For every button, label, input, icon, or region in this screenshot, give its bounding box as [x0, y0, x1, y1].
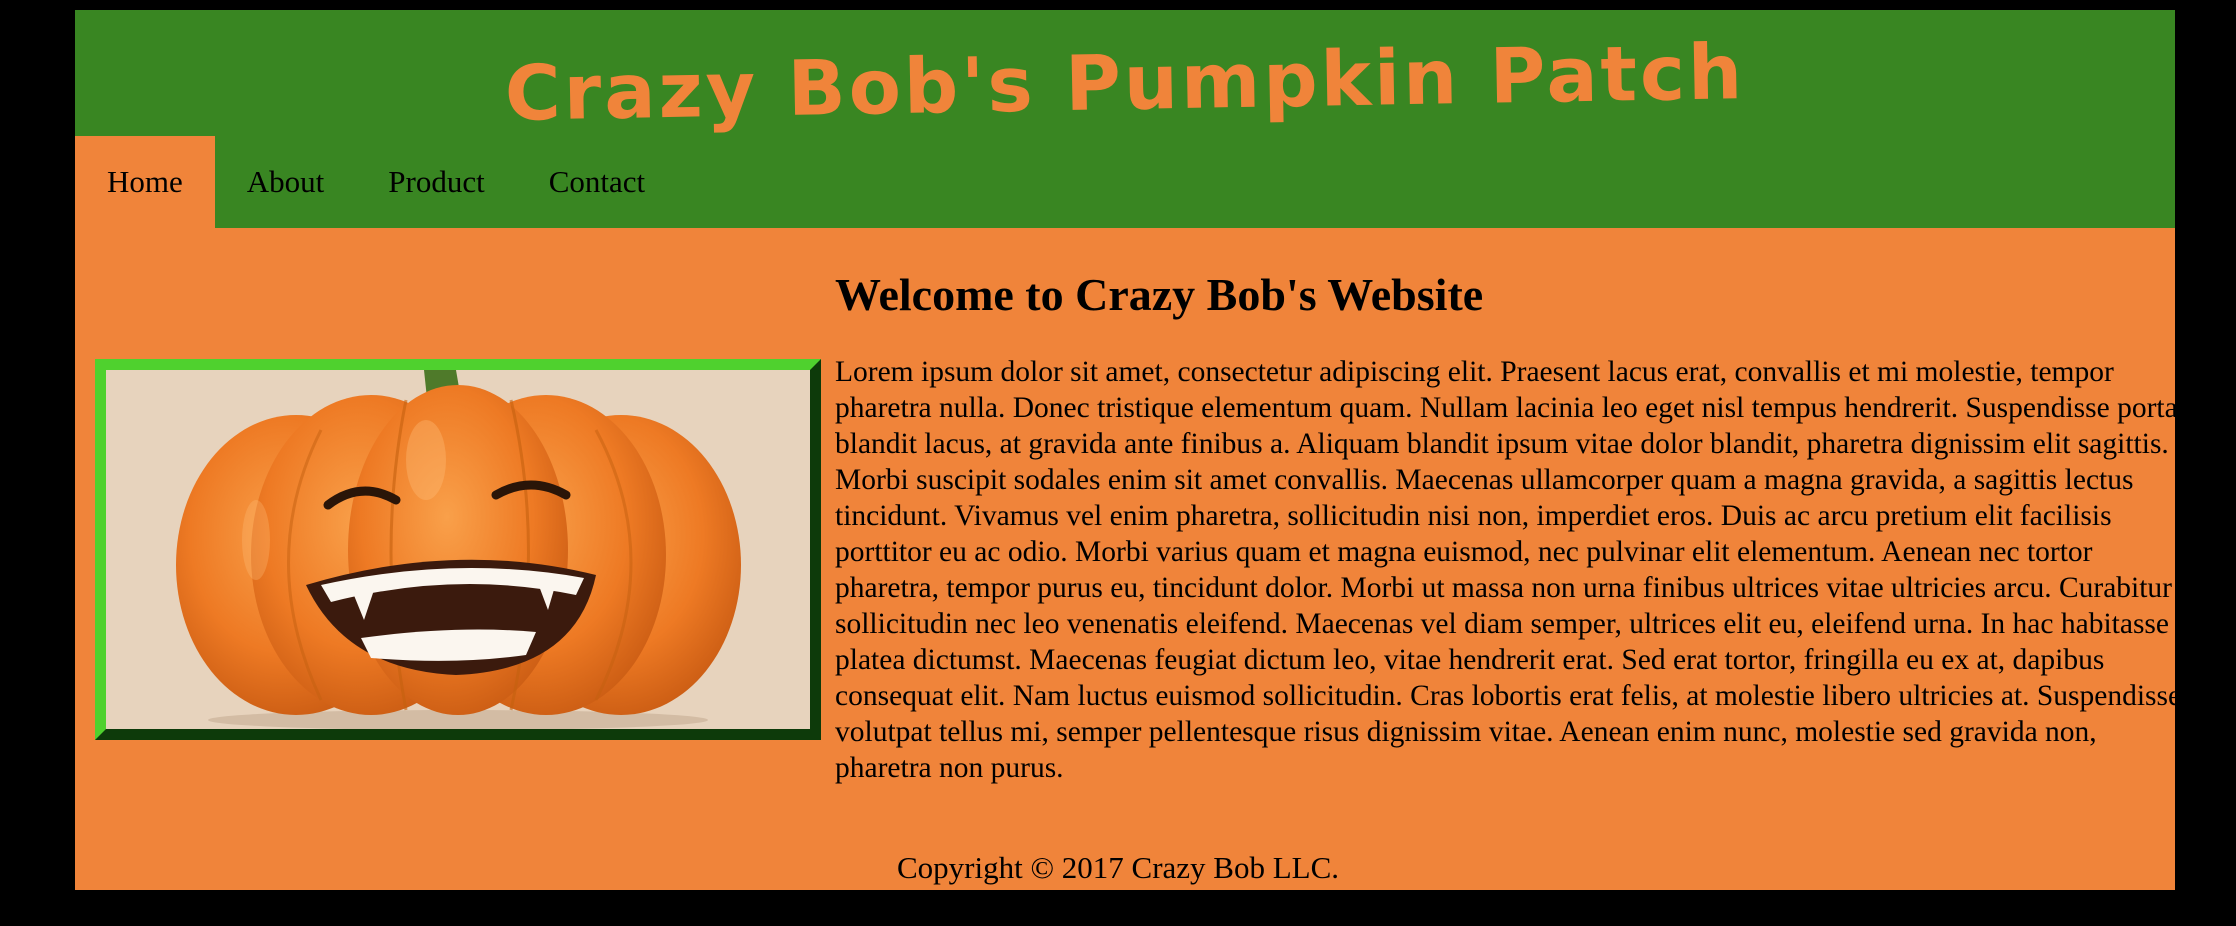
copyright-footer: Copyright © 2017 Crazy Bob LLC.: [897, 850, 1340, 885]
nav-item-home[interactable]: Home: [75, 136, 215, 228]
nav-item-contact[interactable]: Contact: [517, 136, 677, 228]
pumpkin-photo: [95, 359, 821, 740]
smiling-pumpkin-icon: [106, 370, 810, 729]
site-header: Crazy Bob's Pumpkin Patch Home About Pro…: [75, 10, 2175, 228]
intro-paragraph: Lorem ipsum dolor sit amet, consectetur …: [835, 356, 2182, 784]
site-title: Crazy Bob's Pumpkin Patch: [504, 27, 1746, 138]
welcome-heading: Welcome to Crazy Bob's Website: [835, 269, 1484, 320]
nav-item-product[interactable]: Product: [356, 136, 516, 228]
nav-item-about[interactable]: About: [215, 136, 357, 228]
main-nav: Home About Product Contact: [75, 136, 677, 228]
page-container: Crazy Bob's Pumpkin Patch Home About Pro…: [75, 10, 2181, 890]
